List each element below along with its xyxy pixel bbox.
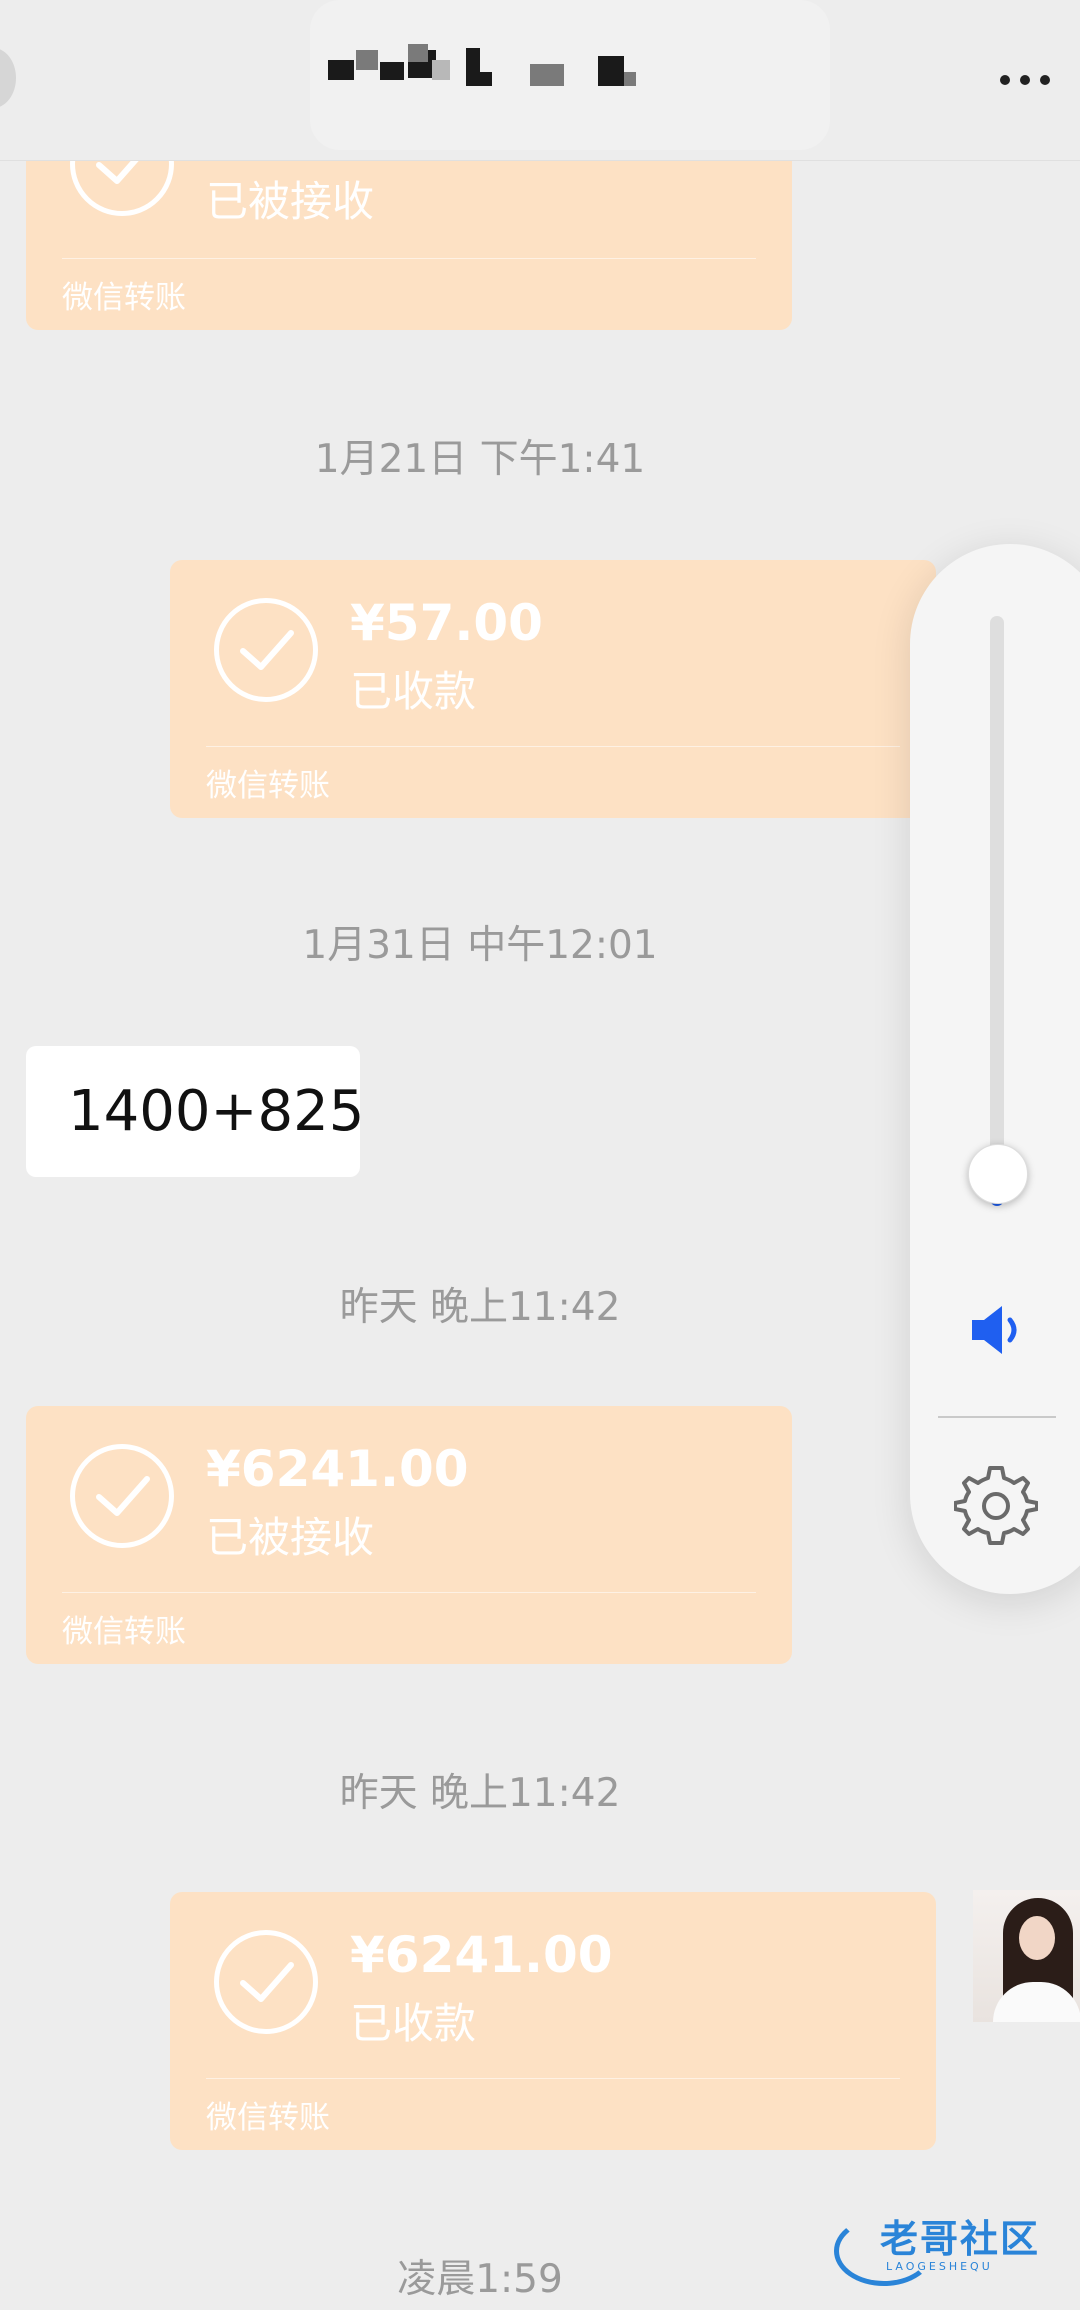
check-circle-icon [70,1444,174,1548]
volume-slider-track[interactable] [990,616,1004,1206]
more-dot [1020,75,1030,85]
watermark-logo: 老哥社区 LAOGESHEQU [834,2208,1080,2286]
transfer-card-collected[interactable]: ¥57.00 已收款 微信转账 [170,560,936,818]
more-dot [1040,75,1050,85]
chat-title-pixelated [310,0,830,150]
transfer-footer: 微信转账 [62,280,186,316]
transfer-footer: 微信转账 [62,1614,186,1650]
timestamp: 1月21日 下午1:41 [314,437,646,482]
timestamp: 1月31日 中午12:01 [302,923,658,968]
timestamp: 昨天 晚上11:42 [339,1285,621,1330]
transfer-status: 已收款 [350,1999,477,2048]
chat-header [0,0,1080,161]
check-circle-icon [214,1930,318,2034]
transfer-card-collected[interactable]: ¥6241.00 已收款 微信转账 [170,1892,936,2150]
transfer-card-received[interactable]: ¥6241.00 已被接收 微信转账 [26,1406,792,1664]
transfer-divider [62,258,756,259]
transfer-amount: ¥6241.00 [350,1926,613,1984]
timestamp: 凌晨1:59 [397,2257,563,2302]
watermark-text: 老哥社区 [880,2217,1041,2261]
transfer-amount: ¥6241.00 [206,1440,469,1498]
volume-slider-thumb[interactable] [968,1144,1028,1204]
watermark-subtext: LAOGESHEQU [886,2260,993,2273]
transfer-divider [206,2078,900,2079]
avatar-face [1019,1916,1055,1960]
transfer-status: 已收款 [350,667,477,716]
transfer-footer: 微信转账 [206,768,330,804]
text-message-bubble[interactable]: 1400+825 [26,1046,364,1177]
transfer-divider [206,746,900,747]
panel-divider [938,1416,1056,1418]
avatar[interactable] [973,1890,1080,2022]
check-circle-icon [214,598,318,702]
transfer-footer: 微信转账 [206,2100,330,2136]
back-button[interactable] [0,48,16,108]
speaker-icon[interactable] [968,1302,1028,1362]
timestamp: 昨天 晚上11:42 [339,1771,621,1816]
more-options-button[interactable] [1000,60,1080,100]
more-dot [1000,75,1010,85]
transfer-amount: ¥57.00 [350,594,543,652]
volume-panel [910,544,1080,1594]
gear-icon[interactable] [953,1462,1039,1550]
transfer-status: 已被接收 [206,1513,375,1562]
transfer-status: 已被接收 [206,177,375,226]
transfer-divider [62,1592,756,1593]
